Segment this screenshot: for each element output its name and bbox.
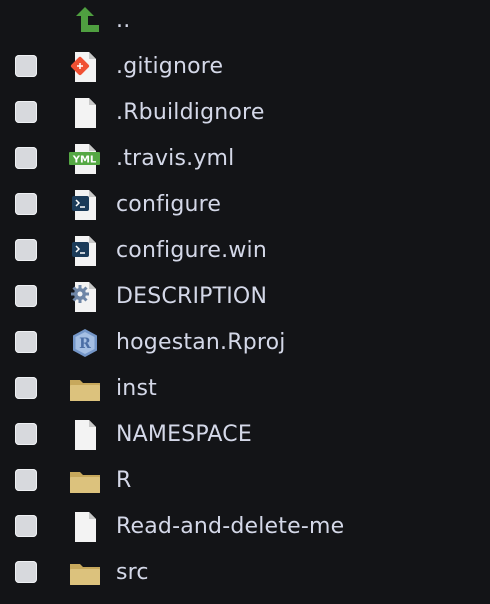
- folder-icon: [68, 464, 102, 498]
- row-checkbox[interactable]: [15, 285, 37, 307]
- file-row[interactable]: configure.win: [0, 228, 490, 274]
- parent-directory-label[interactable]: ..: [116, 6, 130, 36]
- file-row[interactable]: .gitignore: [0, 44, 490, 90]
- row-checkbox[interactable]: [15, 193, 37, 215]
- file-name[interactable]: configure.win: [116, 236, 267, 266]
- row-checkbox[interactable]: [15, 239, 37, 261]
- file-name[interactable]: NAMESPACE: [116, 420, 252, 450]
- file-name[interactable]: .Rbuildignore: [116, 98, 265, 128]
- folder-row[interactable]: R: [0, 458, 490, 504]
- blank-file-icon: [68, 96, 102, 130]
- row-checkbox[interactable]: [15, 515, 37, 537]
- shell-script-icon: [68, 234, 102, 268]
- folder-icon: [68, 372, 102, 406]
- row-checkbox[interactable]: [15, 331, 37, 353]
- file-row[interactable]: configure: [0, 182, 490, 228]
- file-name[interactable]: hogestan.Rproj: [116, 328, 286, 358]
- r-project-icon-letter: R: [79, 336, 91, 352]
- shell-script-icon: [68, 188, 102, 222]
- file-row[interactable]: .Rbuildignore: [0, 90, 490, 136]
- file-row[interactable]: NAMESPACE: [0, 412, 490, 458]
- file-name[interactable]: DESCRIPTION: [116, 282, 267, 312]
- file-name[interactable]: Read-and-delete-me: [116, 512, 344, 542]
- yaml-icon-label: YML: [72, 155, 97, 166]
- folder-name[interactable]: src: [116, 558, 149, 588]
- folder-name[interactable]: R: [116, 466, 132, 496]
- folder-row[interactable]: src: [0, 550, 490, 596]
- row-checkbox[interactable]: [15, 55, 37, 77]
- git-file-icon: [68, 50, 102, 84]
- r-project-icon: R: [68, 326, 102, 360]
- blank-file-icon: [68, 510, 102, 544]
- row-checkbox[interactable]: [15, 101, 37, 123]
- folder-row[interactable]: inst: [0, 366, 490, 412]
- row-checkbox[interactable]: [15, 377, 37, 399]
- row-checkbox[interactable]: [15, 561, 37, 583]
- file-row[interactable]: DESCRIPTION: [0, 274, 490, 320]
- description-gear-icon: [68, 280, 102, 314]
- file-row[interactable]: Read-and-delete-me: [0, 504, 490, 550]
- file-name[interactable]: configure: [116, 190, 221, 220]
- parent-directory-arrow-icon[interactable]: [68, 4, 102, 38]
- yaml-file-icon: YML: [68, 142, 102, 176]
- folder-icon: [68, 556, 102, 590]
- file-list: .. .gitignore .Rbuildignore YML .travis.…: [0, 0, 490, 604]
- file-row[interactable]: YML .travis.yml: [0, 136, 490, 182]
- parent-directory-row[interactable]: ..: [0, 0, 490, 44]
- file-name[interactable]: .travis.yml: [116, 144, 235, 174]
- file-name[interactable]: .gitignore: [116, 52, 223, 82]
- blank-file-icon: [68, 418, 102, 452]
- row-checkbox[interactable]: [15, 147, 37, 169]
- row-checkbox[interactable]: [15, 423, 37, 445]
- folder-name[interactable]: inst: [116, 374, 157, 404]
- row-checkbox[interactable]: [15, 469, 37, 491]
- file-row[interactable]: R hogestan.Rproj: [0, 320, 490, 366]
